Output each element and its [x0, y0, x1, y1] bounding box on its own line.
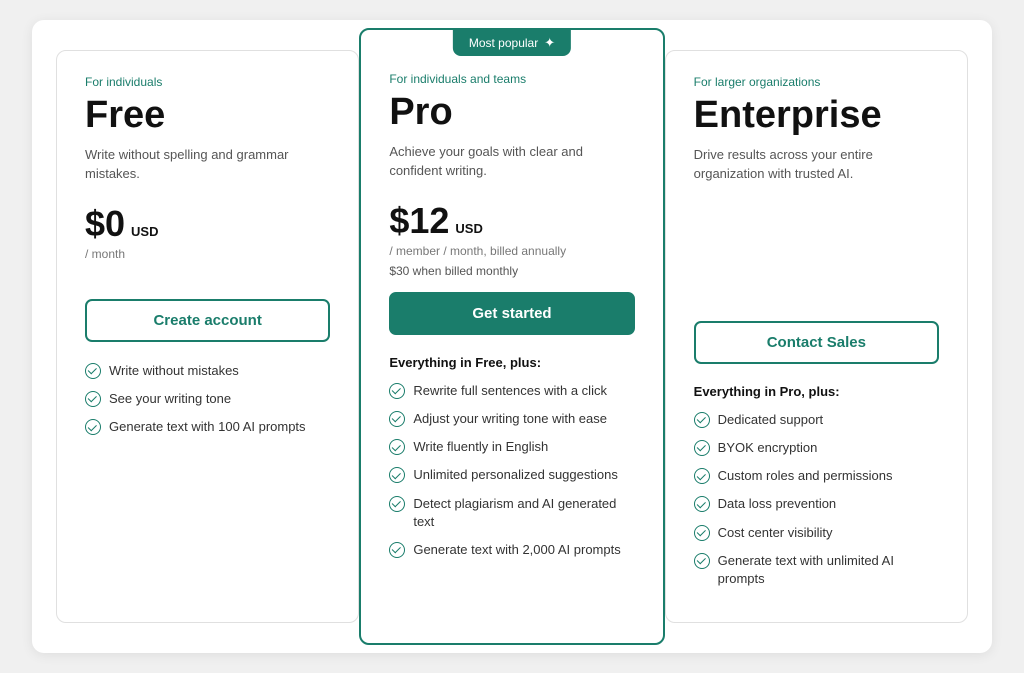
- list-item: Cost center visibility: [694, 524, 939, 542]
- list-item: Rewrite full sentences with a click: [389, 382, 634, 400]
- check-icon: [694, 553, 710, 569]
- pro-period: / member / month, billed annually: [389, 244, 634, 258]
- pro-plan-name: Pro: [389, 92, 634, 134]
- free-price: $0: [85, 203, 125, 245]
- list-item: Write without mistakes: [85, 362, 330, 380]
- list-item: BYOK encryption: [694, 439, 939, 457]
- check-icon: [389, 411, 405, 427]
- list-item: Write fluently in English: [389, 438, 634, 456]
- check-icon: [85, 391, 101, 407]
- list-item: See your writing tone: [85, 390, 330, 408]
- most-popular-badge: Most popular ✦: [453, 30, 571, 56]
- list-item: Generate text with 2,000 AI prompts: [389, 541, 634, 559]
- pro-description: Achieve your goals with clear and confid…: [389, 142, 634, 182]
- free-plan-card: For individuals Free Write without spell…: [56, 50, 359, 623]
- check-icon: [694, 496, 710, 512]
- check-icon: [85, 419, 101, 435]
- check-icon: [694, 525, 710, 541]
- free-period: / month: [85, 247, 330, 261]
- pro-price-block: $12 USD / member / month, billed annuall…: [389, 200, 634, 258]
- pro-features-header: Everything in Free, plus:: [389, 355, 634, 370]
- enterprise-features-header: Everything in Pro, plus:: [694, 384, 939, 399]
- enterprise-audience: For larger organizations: [694, 75, 939, 89]
- list-item: Custom roles and permissions: [694, 467, 939, 485]
- enterprise-cta-button[interactable]: Contact Sales: [694, 321, 939, 364]
- free-description: Write without spelling and grammar mista…: [85, 145, 330, 185]
- enterprise-feature-list: Dedicated support BYOK encryption Custom…: [694, 411, 939, 588]
- free-usd: USD: [131, 224, 158, 239]
- free-feature-list: Write without mistakes See your writing …: [85, 362, 330, 437]
- enterprise-description: Drive results across your entire organiz…: [694, 145, 939, 185]
- pro-feature-list: Rewrite full sentences with a click Adju…: [389, 382, 634, 559]
- pro-plan-card: Most popular ✦ For individuals and teams…: [359, 28, 664, 645]
- pro-price: $12: [389, 200, 449, 242]
- check-icon: [694, 412, 710, 428]
- free-price-block: $0 USD / month: [85, 203, 330, 261]
- check-icon: [389, 439, 405, 455]
- check-icon: [389, 383, 405, 399]
- free-audience: For individuals: [85, 75, 330, 89]
- check-icon: [694, 440, 710, 456]
- list-item: Generate text with 100 AI prompts: [85, 418, 330, 436]
- list-item: Dedicated support: [694, 411, 939, 429]
- list-item: Data loss prevention: [694, 495, 939, 513]
- check-icon: [389, 467, 405, 483]
- pro-audience: For individuals and teams: [389, 72, 634, 86]
- pro-cta-button[interactable]: Get started: [389, 292, 634, 335]
- pro-usd: USD: [455, 221, 482, 236]
- check-icon: [694, 468, 710, 484]
- list-item: Adjust your writing tone with ease: [389, 410, 634, 428]
- enterprise-plan-name: Enterprise: [694, 95, 939, 137]
- list-item: Generate text with unlimited AI prompts: [694, 552, 939, 588]
- pricing-container: For individuals Free Write without spell…: [32, 20, 992, 653]
- sparkle-icon: ✦: [544, 35, 555, 51]
- list-item: Unlimited personalized suggestions: [389, 466, 634, 484]
- check-icon: [85, 363, 101, 379]
- free-cta-button[interactable]: Create account: [85, 299, 330, 342]
- check-icon: [389, 496, 405, 512]
- enterprise-plan-card: For larger organizations Enterprise Driv…: [665, 50, 968, 623]
- free-plan-name: Free: [85, 95, 330, 137]
- pro-monthly-note: $30 when billed monthly: [389, 264, 634, 278]
- list-item: Detect plagiarism and AI generated text: [389, 495, 634, 531]
- check-icon: [389, 542, 405, 558]
